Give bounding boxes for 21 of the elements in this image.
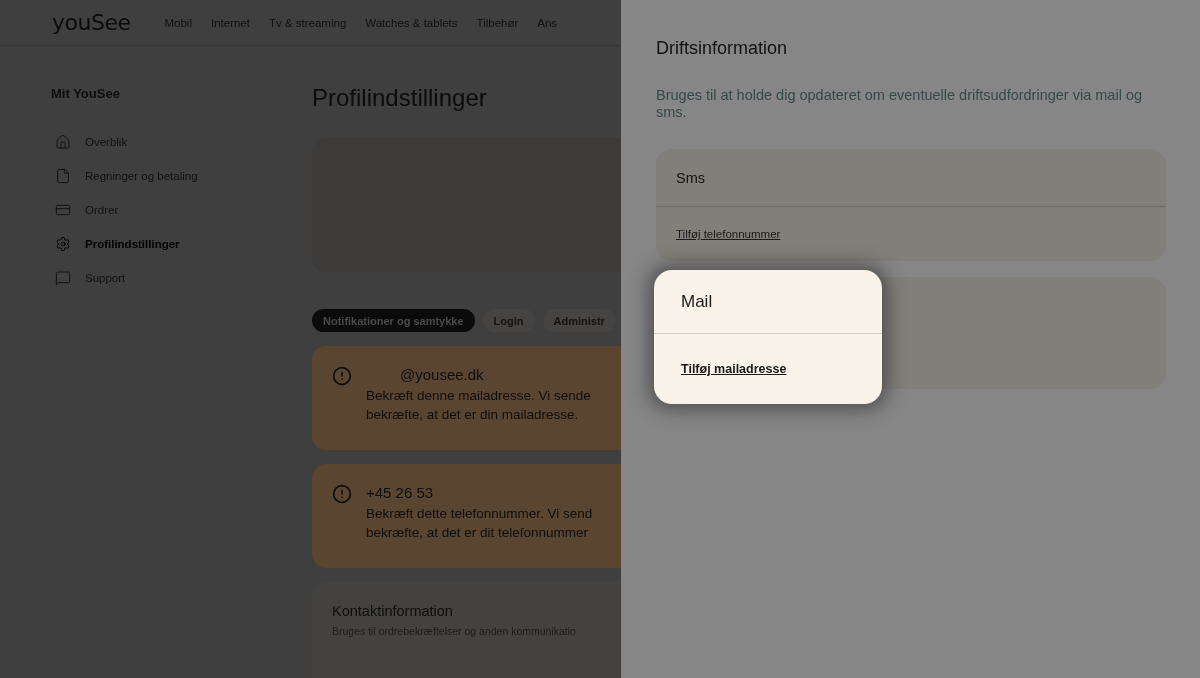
card-title: Mail — [681, 291, 713, 312]
alert-text: bekræfte, at det er dit telefonnummer — [366, 524, 590, 542]
add-link[interactable]: Tilføj telefonnummer — [676, 228, 781, 240]
alert-text: bekræfte, at det er din mailadresse. — [366, 406, 580, 424]
alert-heading: +45 26 53 — [366, 484, 435, 501]
add-link[interactable]: Tilføj mailadresse — [681, 362, 787, 376]
alert-heading: @yousee.dk — [400, 366, 485, 383]
sidebar-item[interactable]: Profilindstillinger — [51, 227, 312, 261]
panel-title: Driftsinformation — [656, 38, 789, 59]
chat-bubble-icon — [55, 270, 71, 286]
card-title: Sms — [676, 169, 705, 186]
document-icon — [55, 168, 71, 184]
alert-icon — [332, 484, 352, 504]
alert-text: Bekræft denne mailadresse. Vi sende — [366, 387, 591, 405]
card-icon — [55, 202, 71, 218]
home-icon — [55, 134, 71, 150]
tab[interactable]: Notifikationer og samtykke — [312, 309, 475, 332]
settings-icon — [55, 236, 71, 252]
alert-text: Bekræft dette telefonnummer. Vi send — [366, 505, 593, 523]
alert-icon — [332, 366, 352, 386]
panel-description: Bruges til at holde dig opdateret om eventuelle driftsudfordringer via mail og sms. — [656, 87, 1144, 121]
